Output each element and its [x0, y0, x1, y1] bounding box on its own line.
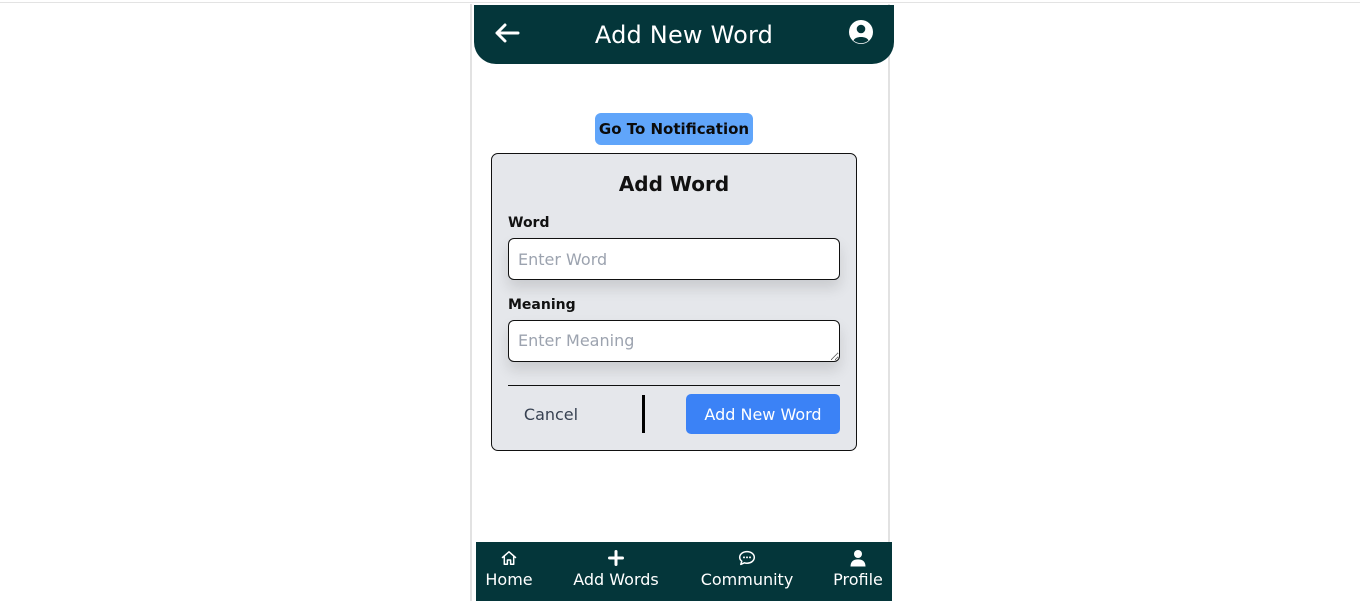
nav-item-community[interactable]: Community — [696, 542, 798, 601]
nav-label-profile: Profile — [833, 570, 883, 589]
nav-label-home: Home — [485, 570, 533, 589]
nav-label-community: Community — [700, 570, 794, 589]
form-divider — [508, 385, 840, 386]
button-separator — [642, 395, 645, 433]
app-header: Add New Word — [474, 5, 894, 64]
nav-item-add-words[interactable]: Add Words — [566, 542, 666, 601]
profile-button[interactable] — [848, 19, 874, 45]
page-title: Add New Word — [594, 21, 774, 49]
go-to-notification-button[interactable]: Go To Notification — [595, 113, 753, 145]
nav-label-add-words: Add Words — [573, 570, 659, 589]
user-icon — [850, 550, 866, 567]
top-divider — [0, 2, 1360, 3]
user-circle-icon — [849, 20, 873, 44]
nav-item-profile[interactable]: Profile — [828, 542, 888, 601]
meaning-textarea[interactable] — [508, 320, 840, 362]
meaning-label: Meaning — [508, 297, 576, 313]
bottom-nav: Home Add Words Community Profile — [476, 542, 892, 601]
cancel-button[interactable]: Cancel — [508, 395, 594, 433]
nav-item-home[interactable]: Home — [476, 542, 542, 601]
plus-icon — [608, 550, 624, 566]
word-label: Word — [508, 215, 550, 231]
form-title: Add Word — [618, 172, 730, 196]
word-input[interactable] — [508, 238, 840, 280]
add-word-card: Add Word Word Meaning Cancel Add New Wor… — [491, 153, 857, 451]
home-icon — [501, 551, 517, 565]
add-new-word-button[interactable]: Add New Word — [686, 394, 840, 434]
chat-icon — [738, 550, 756, 566]
app-frame: Add New Word Go To Notification Add Word… — [470, 4, 894, 601]
